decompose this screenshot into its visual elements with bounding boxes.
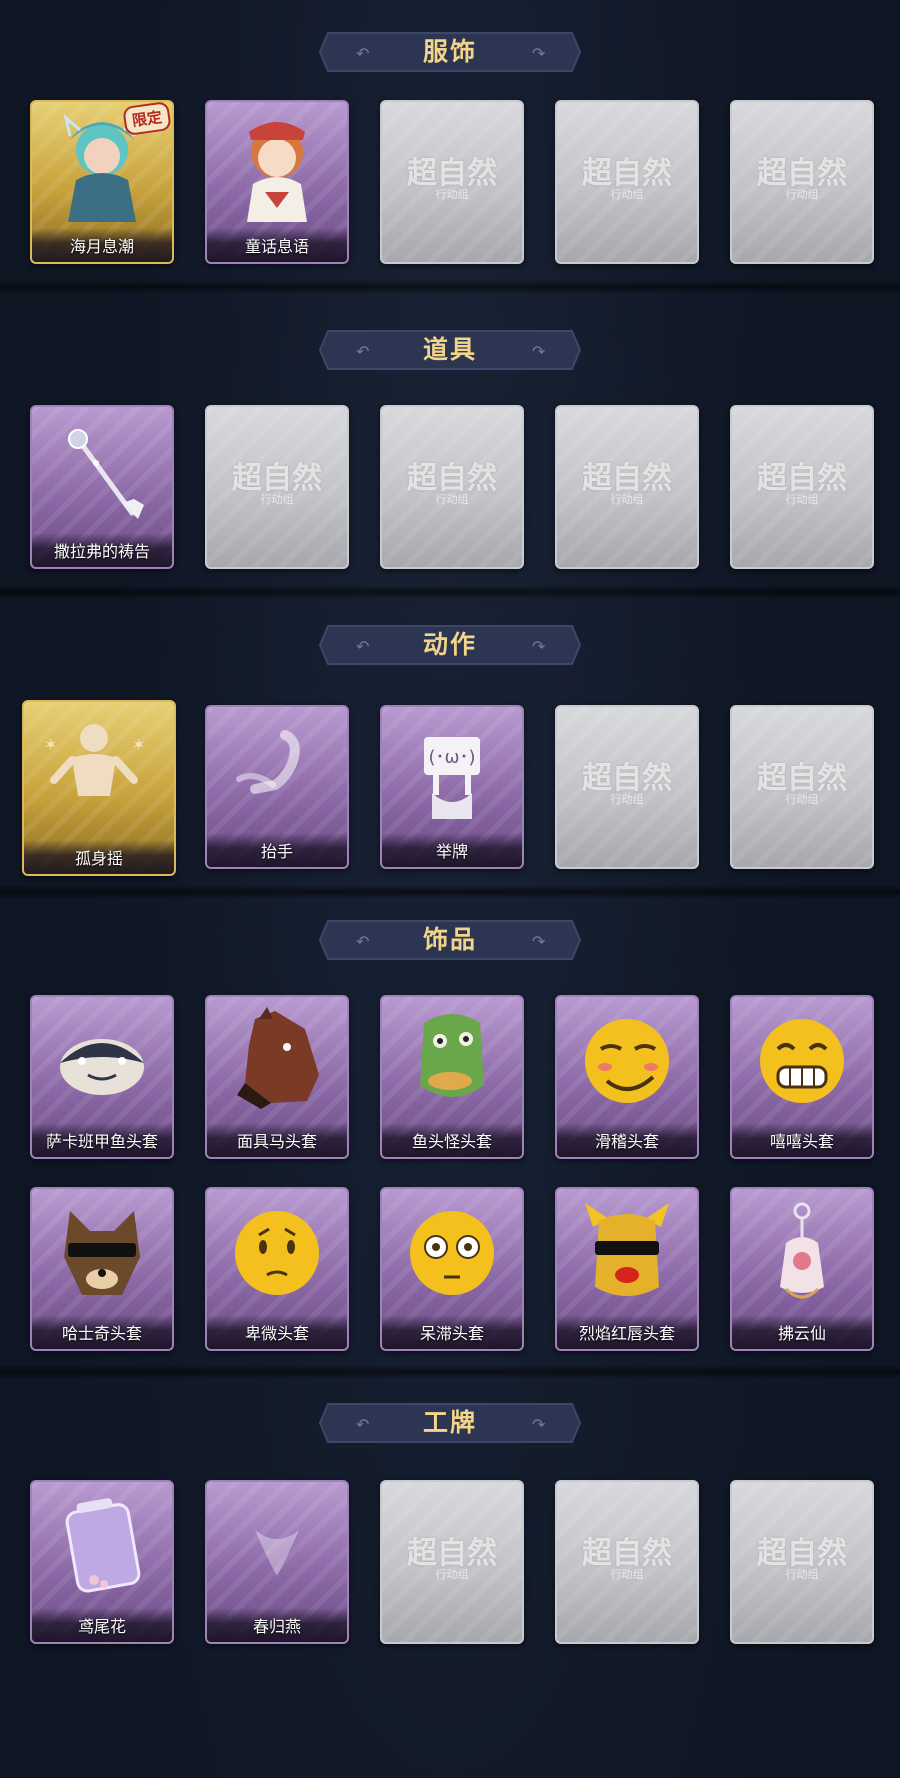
item-label: 嘻嘻头套 <box>769 1132 834 1151</box>
item-card-daizhitoutao[interactable]: 呆滞头套 <box>380 1187 524 1351</box>
item-label: 卑微头套 <box>244 1324 309 1343</box>
item-label: 童话息语 <box>244 237 309 256</box>
item-label: 春归燕 <box>252 1617 301 1636</box>
svg-text:(･ω･): (･ω･) <box>428 747 475 768</box>
placeholder-subtitle: 行动组 <box>785 188 819 201</box>
item-card-mianjumatoutao[interactable]: 面具马头套 <box>205 995 349 1159</box>
horse-head-mask-icon <box>237 1007 319 1109</box>
pendant-charm-icon <box>780 1202 824 1299</box>
item-label: 鸢尾花 <box>77 1617 126 1636</box>
placeholder-subtitle: 行动组 <box>435 1568 469 1581</box>
husky-mask-icon <box>64 1211 140 1295</box>
funny-face-mask-icon <box>585 1019 669 1103</box>
item-card-huajitoutao[interactable]: 滑稽头套 <box>555 995 699 1159</box>
item-label: 烈焰红唇头套 <box>578 1324 675 1343</box>
placeholder-subtitle: 行动组 <box>610 793 644 806</box>
item-label: 抬手 <box>260 842 293 861</box>
grin-face-mask-icon <box>760 1019 844 1103</box>
placeholder-subtitle: 行动组 <box>785 493 819 506</box>
trident-staff-icon <box>68 429 144 519</box>
item-card-beiweitoutao[interactable]: 卑微头套 <box>205 1187 349 1351</box>
item-card-fuyunxian[interactable]: 拂云仙 <box>730 1187 874 1351</box>
placeholder-subtitle: 行动组 <box>260 493 294 506</box>
section-banner-accessories: ↶ ↷ 饰品 <box>318 915 582 965</box>
svg-text:✶: ✶ <box>132 735 145 754</box>
empty-slot: 超自然 行动组 <box>730 100 874 264</box>
empty-slot: 超自然 行动组 <box>555 405 699 569</box>
empty-slot: 超自然 行动组 <box>555 100 699 264</box>
character-portrait-icon <box>247 122 307 222</box>
section-banner-props: ↶ ↷ 道具 <box>318 325 582 375</box>
placeholder-subtitle: 行动组 <box>610 188 644 201</box>
empty-slot: 超自然 行动组 <box>730 405 874 569</box>
section-divider <box>0 885 900 899</box>
svg-text:✶: ✶ <box>44 735 57 754</box>
empty-slot: 超自然 行动组 <box>380 1480 524 1644</box>
section-banner-badges: ↶ ↷ 工牌 <box>318 1398 582 1448</box>
section-title: 服饰 <box>422 37 477 66</box>
item-label: 孤身摇 <box>74 849 123 868</box>
item-card-jupai[interactable]: (･ω･) 举牌 <box>380 705 524 869</box>
fish-monster-mask-icon <box>420 1014 484 1097</box>
item-label: 呆滞头套 <box>419 1324 484 1343</box>
item-card-xixitoutao[interactable]: 嘻嘻头套 <box>730 995 874 1159</box>
item-label: 哈士奇头套 <box>61 1324 142 1343</box>
item-label: 萨卡班甲鱼头套 <box>45 1132 158 1151</box>
item-card-tonghuaxiyu[interactable]: 童话息语 <box>205 100 349 264</box>
section-banner-actions: ↶ ↷ 动作 <box>318 620 582 670</box>
section-title: 工牌 <box>422 1408 477 1437</box>
empty-slot: 超自然 行动组 <box>555 1480 699 1644</box>
fish-head-mask-icon <box>60 1039 144 1095</box>
section-divider <box>0 585 900 599</box>
item-label: 举牌 <box>435 842 468 861</box>
empty-slot: 超自然 行动组 <box>555 705 699 869</box>
item-label: 海月息潮 <box>69 237 134 256</box>
dancing-figure-icon: ✶ ✶ <box>44 724 145 796</box>
placeholder-subtitle: 行动组 <box>785 793 819 806</box>
item-label: 撒拉弗的祷告 <box>53 542 150 561</box>
section-banner-clothing: ↶ ↷ 服饰 <box>318 27 582 77</box>
item-label: 鱼头怪头套 <box>411 1132 492 1151</box>
section-title: 动作 <box>422 630 477 659</box>
raising-hand-icon <box>236 730 300 794</box>
item-card-yutouguaitoutao[interactable]: 鱼头怪头套 <box>380 995 524 1159</box>
holding-sign-icon: (･ω･) <box>424 737 480 819</box>
placeholder-subtitle: 行动组 <box>785 1568 819 1581</box>
section-title: 道具 <box>422 335 477 364</box>
placeholder-subtitle: 行动组 <box>610 493 644 506</box>
swallow-badge-icon <box>255 1530 299 1576</box>
item-card-sakabanjiayu[interactable]: 萨卡班甲鱼头套 <box>30 995 174 1159</box>
empty-slot: 超自然 行动组 <box>730 1480 874 1644</box>
dazed-face-mask-icon <box>410 1211 494 1295</box>
humble-face-mask-icon <box>235 1211 319 1295</box>
section-divider <box>0 1365 900 1379</box>
item-card-yuanweihua[interactable]: 鸢尾花 <box>30 1480 174 1644</box>
item-label: 拂云仙 <box>777 1324 826 1343</box>
placeholder-subtitle: 行动组 <box>435 188 469 201</box>
badge-card-icon <box>65 1498 141 1593</box>
empty-slot: 超自然 行动组 <box>730 705 874 869</box>
item-card-hashiqitoutao[interactable]: 哈士奇头套 <box>30 1187 174 1351</box>
item-label: 滑稽头套 <box>594 1132 659 1151</box>
section-title: 饰品 <box>422 925 477 954</box>
placeholder-subtitle: 行动组 <box>435 493 469 506</box>
red-lips-mask-icon <box>585 1203 669 1296</box>
page-container: ↶ ↷ 服饰 限定 海月息潮 童话息语 超自然 行动组 超自然 行动组 超自然 … <box>0 0 900 1778</box>
item-card-chunguiyan[interactable]: 春归燕 <box>205 1480 349 1644</box>
item-card-haiyuexichao[interactable]: 限定 海月息潮 <box>30 100 174 264</box>
item-card-gushenyao[interactable]: ✶ ✶ 孤身摇 <box>22 700 176 876</box>
section-divider <box>0 280 900 294</box>
empty-slot: 超自然 行动组 <box>205 405 349 569</box>
item-label: 面具马头套 <box>236 1132 317 1151</box>
placeholder-subtitle: 行动组 <box>610 1568 644 1581</box>
empty-slot: 超自然 行动组 <box>380 405 524 569</box>
item-card-lieyanhongchuntoutao[interactable]: 烈焰红唇头套 <box>555 1187 699 1351</box>
item-card-taishou[interactable]: 抬手 <box>205 705 349 869</box>
empty-slot: 超自然 行动组 <box>380 100 524 264</box>
item-card-salafu[interactable]: 撒拉弗的祷告 <box>30 405 174 569</box>
